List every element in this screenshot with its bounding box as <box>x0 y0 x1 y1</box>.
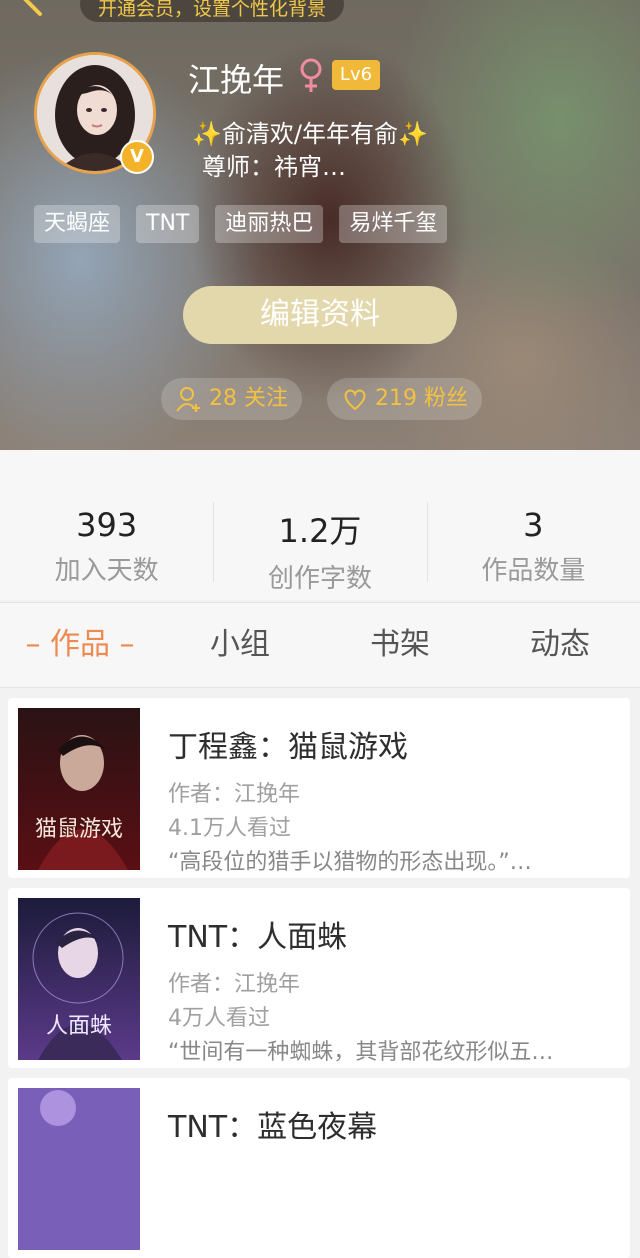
cover-art-icon: 猫鼠游戏 <box>18 708 140 870</box>
female-gender-icon <box>300 58 322 92</box>
work-author: 作者：江挽年 <box>168 782 301 807</box>
sparkle-icon: ✨ <box>397 120 428 148</box>
work-title[interactable]: 丁程鑫：猫鼠游戏 <box>168 722 408 766</box>
work-description: “高段位的猎手以猎物的形态出现。”… <box>168 850 532 875</box>
stat-value: 1.2万 <box>278 512 362 550</box>
work-views: 4万人看过 <box>168 1006 270 1031</box>
profile-tags: 天蝎座 TNT 迪丽热巴 易烊千玺 <box>34 205 448 243</box>
work-views: 4.1万人看过 <box>168 816 291 841</box>
stat-value: 3 <box>523 506 544 544</box>
followers-count: 219 粉丝 <box>375 386 468 411</box>
cover-art-icon <box>18 1088 140 1250</box>
profile-header: 开通会员，设置个性化背景 V 江挽年 Lv6 ✨俞清欢/年年有俞✨ 尊师：祎宵…… <box>0 0 640 450</box>
work-author: 作者：江挽年 <box>168 972 301 997</box>
tag[interactable]: TNT <box>136 205 200 243</box>
cover-title-text: 人面蛛 <box>46 1014 112 1039</box>
back-arrow-icon[interactable] <box>18 0 46 20</box>
followers-button[interactable]: 219 粉丝 <box>327 378 482 420</box>
cover-art-icon: 人面蛛 <box>18 898 140 1060</box>
stat-words: 1.2万 创作字数 <box>213 450 426 600</box>
heart-icon <box>344 389 366 411</box>
tab-bookshelf[interactable]: 书架 <box>320 603 480 687</box>
cover-title-text: 猫鼠游戏 <box>35 817 123 842</box>
stat-label: 加入天数 <box>54 556 159 586</box>
level-badge: Lv6 <box>332 60 380 90</box>
profile-stats: 393 加入天数 1.2万 创作字数 3 作品数量 <box>0 450 640 600</box>
book-cover[interactable] <box>18 1088 140 1250</box>
work-title[interactable]: TNT：蓝色夜幕 <box>168 1102 377 1146</box>
username: 江挽年 <box>188 61 285 99</box>
profile-motto: ✨俞清欢/年年有俞✨ <box>192 114 428 149</box>
stat-label: 作品数量 <box>481 556 586 586</box>
sparkle-icon: ✨ <box>192 120 222 148</box>
work-card[interactable]: 人面蛛 TNT：人面蛛 作者：江挽年 4万人看过 “世间有一种蜘蛛，其背部花纹形… <box>8 888 630 1068</box>
following-count: 28 关注 <box>209 386 288 411</box>
verified-badge-icon: V <box>120 140 154 174</box>
vip-background-banner[interactable]: 开通会员，设置个性化背景 <box>80 0 345 22</box>
work-description: “世间有一种蜘蛛，其背部花纹形似五… <box>168 1040 554 1065</box>
stat-label: 创作字数 <box>267 564 372 594</box>
stat-works: 3 作品数量 <box>426 450 640 600</box>
tab-works[interactable]: – 作品 – <box>0 603 160 687</box>
tab-activity[interactable]: 动态 <box>480 603 640 687</box>
profile-tabs: – 作品 – 小组 书架 动态 <box>0 602 640 688</box>
work-title[interactable]: TNT：人面蛛 <box>168 912 347 956</box>
add-user-icon <box>176 387 200 412</box>
tag[interactable]: 迪丽热巴 <box>215 205 324 243</box>
book-cover[interactable]: 人面蛛 <box>18 898 140 1060</box>
work-card[interactable]: 猫鼠游戏 丁程鑫：猫鼠游戏 作者：江挽年 4.1万人看过 “高段位的猎手以猎物的… <box>8 698 630 878</box>
tag[interactable]: 易烊千玺 <box>339 205 448 243</box>
work-card[interactable]: TNT：蓝色夜幕 <box>8 1078 630 1258</box>
motto-text: 俞清欢/年年有俞 <box>221 120 398 148</box>
stat-value: 393 <box>76 506 138 544</box>
tag[interactable]: 天蝎座 <box>34 205 121 243</box>
book-cover[interactable]: 猫鼠游戏 <box>18 708 140 870</box>
following-button[interactable]: 28 关注 <box>161 378 302 420</box>
stat-days: 393 加入天数 <box>0 450 213 600</box>
edit-profile-button[interactable]: 编辑资料 <box>183 286 457 344</box>
tab-groups[interactable]: 小组 <box>160 603 320 687</box>
mentor-text: 尊师：祎宵… <box>202 153 346 181</box>
